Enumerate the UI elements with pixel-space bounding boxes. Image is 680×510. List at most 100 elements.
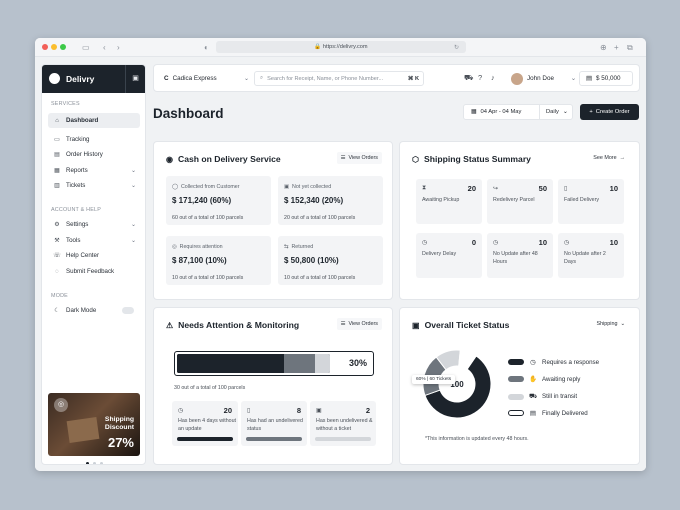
truck-icon[interactable]: ⛟	[464, 73, 473, 83]
sidebar-item-submit-feedback[interactable]: ◌ Submit Feedback	[48, 264, 140, 279]
sidebar-item-dashboard[interactable]: ⌂ Dashboard	[48, 113, 140, 128]
legend-label: Awaiting reply	[542, 375, 581, 383]
ticket-filter-select[interactable]: Shipping ⌄	[592, 318, 629, 330]
back-icon[interactable]: ‹	[103, 42, 106, 53]
status-tile-delay[interactable]: ◷ 0 Delivery Delay	[416, 233, 482, 278]
help-icon[interactable]: ?	[478, 73, 482, 82]
pagination-dot[interactable]	[86, 462, 89, 464]
reload-icon[interactable]: ↻	[454, 43, 459, 54]
sidebar-item-reports[interactable]: ▦ Reports ⌄	[48, 163, 140, 178]
promo-banner[interactable]: ◎ Shipping Discount 27%	[48, 393, 140, 456]
period-selector[interactable]: Daily ⌄	[540, 109, 568, 115]
balance-button[interactable]: ▤ $ 50,000	[579, 71, 633, 86]
legend-swatch	[508, 410, 524, 416]
collapse-sidebar-button[interactable]: ▣	[125, 65, 145, 93]
new-tab-icon[interactable]: +	[614, 42, 619, 53]
cod-tile-attention: ◎ Requires attention $ 87,100 (10%) 10 ou…	[166, 236, 271, 285]
arrow-right-icon: →	[619, 155, 625, 161]
topbar: C Cadica Express ⌄ ⌕ Search for Receipt, Na…	[153, 64, 640, 92]
download-icon[interactable]: ⊕	[600, 42, 607, 53]
status-count: 50	[538, 184, 547, 193]
close-dot[interactable]	[42, 44, 48, 50]
list-icon: ☰	[340, 321, 346, 327]
attention-tile-no-ticket[interactable]: ▣ 2 Has been undelivered & without a ticke…	[310, 401, 376, 446]
ticket-title: ▣ Overall Ticket Status	[412, 320, 509, 330]
sidebar-item-tracking[interactable]: ▭ Tracking	[48, 132, 140, 147]
user-icon: ◯	[172, 184, 178, 190]
company-selector[interactable]: C Cadica Express ⌄	[164, 72, 249, 85]
status-tile-awaiting-pickup[interactable]: ⧗ 20 Awaiting Pickup	[416, 179, 482, 224]
attention-tile-no-update[interactable]: ◷ 20 Has been 4 days without an update	[172, 401, 238, 446]
search-shortcut: ⌘ K	[407, 75, 419, 82]
see-more-button[interactable]: See More →	[589, 152, 629, 164]
clipboard-icon: ▤	[54, 152, 60, 158]
section-title-mode: MODE	[51, 293, 68, 299]
sidebar-item-tools[interactable]: ⚒ Tools ⌄	[48, 233, 140, 248]
chevron-down-icon: ⌄	[570, 75, 576, 82]
shipping-title-text: Shipping Status Summary	[423, 154, 531, 164]
home-icon: ⌂	[55, 117, 59, 124]
view-orders-button[interactable]: ☰ View Orders	[336, 152, 382, 164]
shipping-card: ⬡ Shipping Status Summary See More → ⧗ 20 Aw…	[399, 141, 640, 300]
ticket-title-text: Overall Ticket Status	[424, 320, 510, 330]
attention-bar	[246, 437, 302, 441]
sidebar-item-label: Dashboard	[66, 117, 99, 124]
create-order-button[interactable]: + Create Order	[580, 104, 639, 120]
search-placeholder: Search for Receipt, Name, or Phone Numbe…	[267, 75, 384, 82]
user-menu[interactable]: John Doe ⌄	[511, 71, 576, 86]
status-tile-no-update-2d[interactable]: ◷ 10 No Update after 2 Days	[558, 233, 624, 278]
attention-tile-undelivered[interactable]: ▯ 8 Has had an undelivered status	[241, 401, 307, 446]
search-input[interactable]: ⌕ Search for Receipt, Name, or Phone Numb…	[254, 71, 424, 86]
report-icon: ▦	[54, 168, 60, 174]
truck-icon: ⛟	[529, 393, 538, 400]
ticket-donut-chart: 100	[422, 349, 492, 419]
search-icon: ⌕	[260, 75, 264, 81]
progress-fill	[177, 354, 330, 373]
sidebar-item-tickets[interactable]: ▥ Tickets ⌄	[48, 178, 140, 193]
sidebar-item-label: Tickets	[66, 182, 86, 189]
pagination-dot[interactable]	[100, 462, 103, 464]
cod-title-text: Cash on Delivery Service	[177, 154, 281, 164]
gear-icon: ⚙	[54, 222, 60, 228]
status-tile-no-update-48h[interactable]: ◷ 10 No Update after 48 Hours	[487, 233, 553, 278]
cod-tile-returned: ⇆ Returned $ 50,800 (10%) 10 out of a tot…	[278, 236, 383, 285]
date-range-picker[interactable]: ▦ 04 Apr - 04 May Daily ⌄	[463, 104, 573, 120]
view-orders-button[interactable]: ☰ View Orders	[336, 318, 382, 330]
return-icon: ⇆	[284, 244, 289, 250]
box-icon: ▣	[284, 184, 290, 190]
sidebar-toggle-icon[interactable]: ▭	[82, 42, 90, 53]
tabs-icon[interactable]: ⧉	[627, 42, 633, 53]
discount-icon: ◎	[54, 398, 68, 412]
status-tile-failed[interactable]: ▯ 10 Failed Delivery	[558, 179, 624, 224]
company-name: Cadica Express	[172, 75, 217, 82]
list-icon: ☰	[340, 155, 346, 161]
legend-item-in-transit: ⛟ Still in transit	[508, 392, 577, 401]
create-order-label: Create Order	[595, 109, 630, 115]
moon-icon: ☾	[54, 308, 60, 314]
sidebar-item-help-center[interactable]: ☏ Help Center	[48, 248, 140, 263]
sidebar-item-label: Tracking	[66, 136, 90, 143]
tile-value: $ 171,240 (60%)	[172, 196, 232, 205]
forward-icon[interactable]: ›	[117, 42, 120, 53]
legend-label: Requires a response	[542, 358, 600, 366]
file-x-icon: ▯	[564, 186, 568, 192]
shield-icon[interactable]: ◐	[204, 42, 209, 53]
status-label: Delivery Delay	[422, 251, 457, 257]
dark-mode-toggle[interactable]	[122, 307, 134, 314]
donut-tooltip: 60% | 60 Tickets	[412, 375, 456, 384]
legend-label: Finally Delivered	[542, 409, 588, 417]
sidebar-item-order-history[interactable]: ▤ Order History	[48, 147, 140, 162]
sidebar-item-label: Tools	[66, 237, 81, 244]
url-bar[interactable]: 🔒 https://delivry.com	[216, 41, 466, 53]
minimize-dot[interactable]	[51, 44, 57, 50]
attention-card: ⚠ Needs Attention & Monitoring ☰ View Orde…	[153, 307, 393, 465]
bell-icon[interactable]: ♪	[491, 73, 495, 82]
ticket-icon: ▣	[316, 408, 322, 414]
status-label: Awaiting Pickup	[422, 197, 460, 203]
sidebar-item-settings[interactable]: ⚙ Settings ⌄	[48, 217, 140, 232]
pagination-dot[interactable]	[93, 462, 96, 464]
progress-segment	[177, 354, 284, 373]
redo-icon: ↪	[493, 186, 499, 192]
maximize-dot[interactable]	[60, 44, 66, 50]
status-tile-redelivery[interactable]: ↪ 50 Redelivery Parcel	[487, 179, 553, 224]
